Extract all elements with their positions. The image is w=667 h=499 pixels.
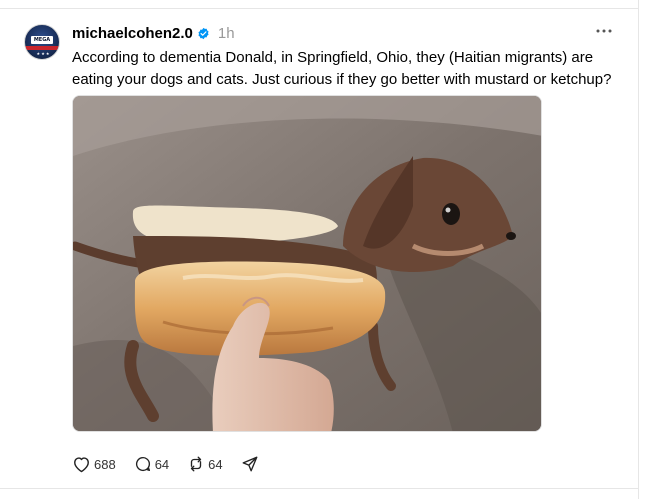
share-icon <box>242 456 258 472</box>
heart-icon <box>74 457 89 473</box>
more-options-button[interactable] <box>594 23 614 39</box>
reply-count: 64 <box>154 456 170 472</box>
column-divider <box>638 0 639 499</box>
username[interactable]: michaelcohen2.0 <box>72 25 193 42</box>
dog-in-bun-illustration <box>73 96 541 431</box>
post-timestamp: 1h <box>217 24 235 42</box>
repost-icon <box>190 456 202 472</box>
avatar[interactable]: MEGA ★ ★ ★ <box>24 24 60 60</box>
post-image[interactable] <box>72 95 542 432</box>
repost-button[interactable]: 64 <box>187 455 223 473</box>
avatar-red-band <box>25 46 59 50</box>
avatar-cap-text: MEGA <box>33 37 51 43</box>
post-caption: According to dementia Donald, in Springf… <box>72 49 612 88</box>
comment-button[interactable]: 64 <box>134 455 169 473</box>
repost-count: 64 <box>208 456 223 472</box>
more-icon <box>596 29 612 33</box>
post-card: MEGA ★ ★ ★ michaelcohen2.0 1h According … <box>0 9 638 488</box>
post-header: michaelcohen2.0 1h <box>72 23 235 43</box>
avatar-stars: ★ ★ ★ <box>36 51 50 56</box>
like-count: 688 <box>94 456 116 472</box>
bottom-divider <box>0 488 638 489</box>
share-button[interactable] <box>241 455 259 473</box>
verified-badge-icon <box>198 27 209 39</box>
like-button[interactable]: 688 <box>72 455 116 473</box>
comment-icon <box>135 456 150 472</box>
action-bar: 688 64 64 <box>72 454 277 474</box>
